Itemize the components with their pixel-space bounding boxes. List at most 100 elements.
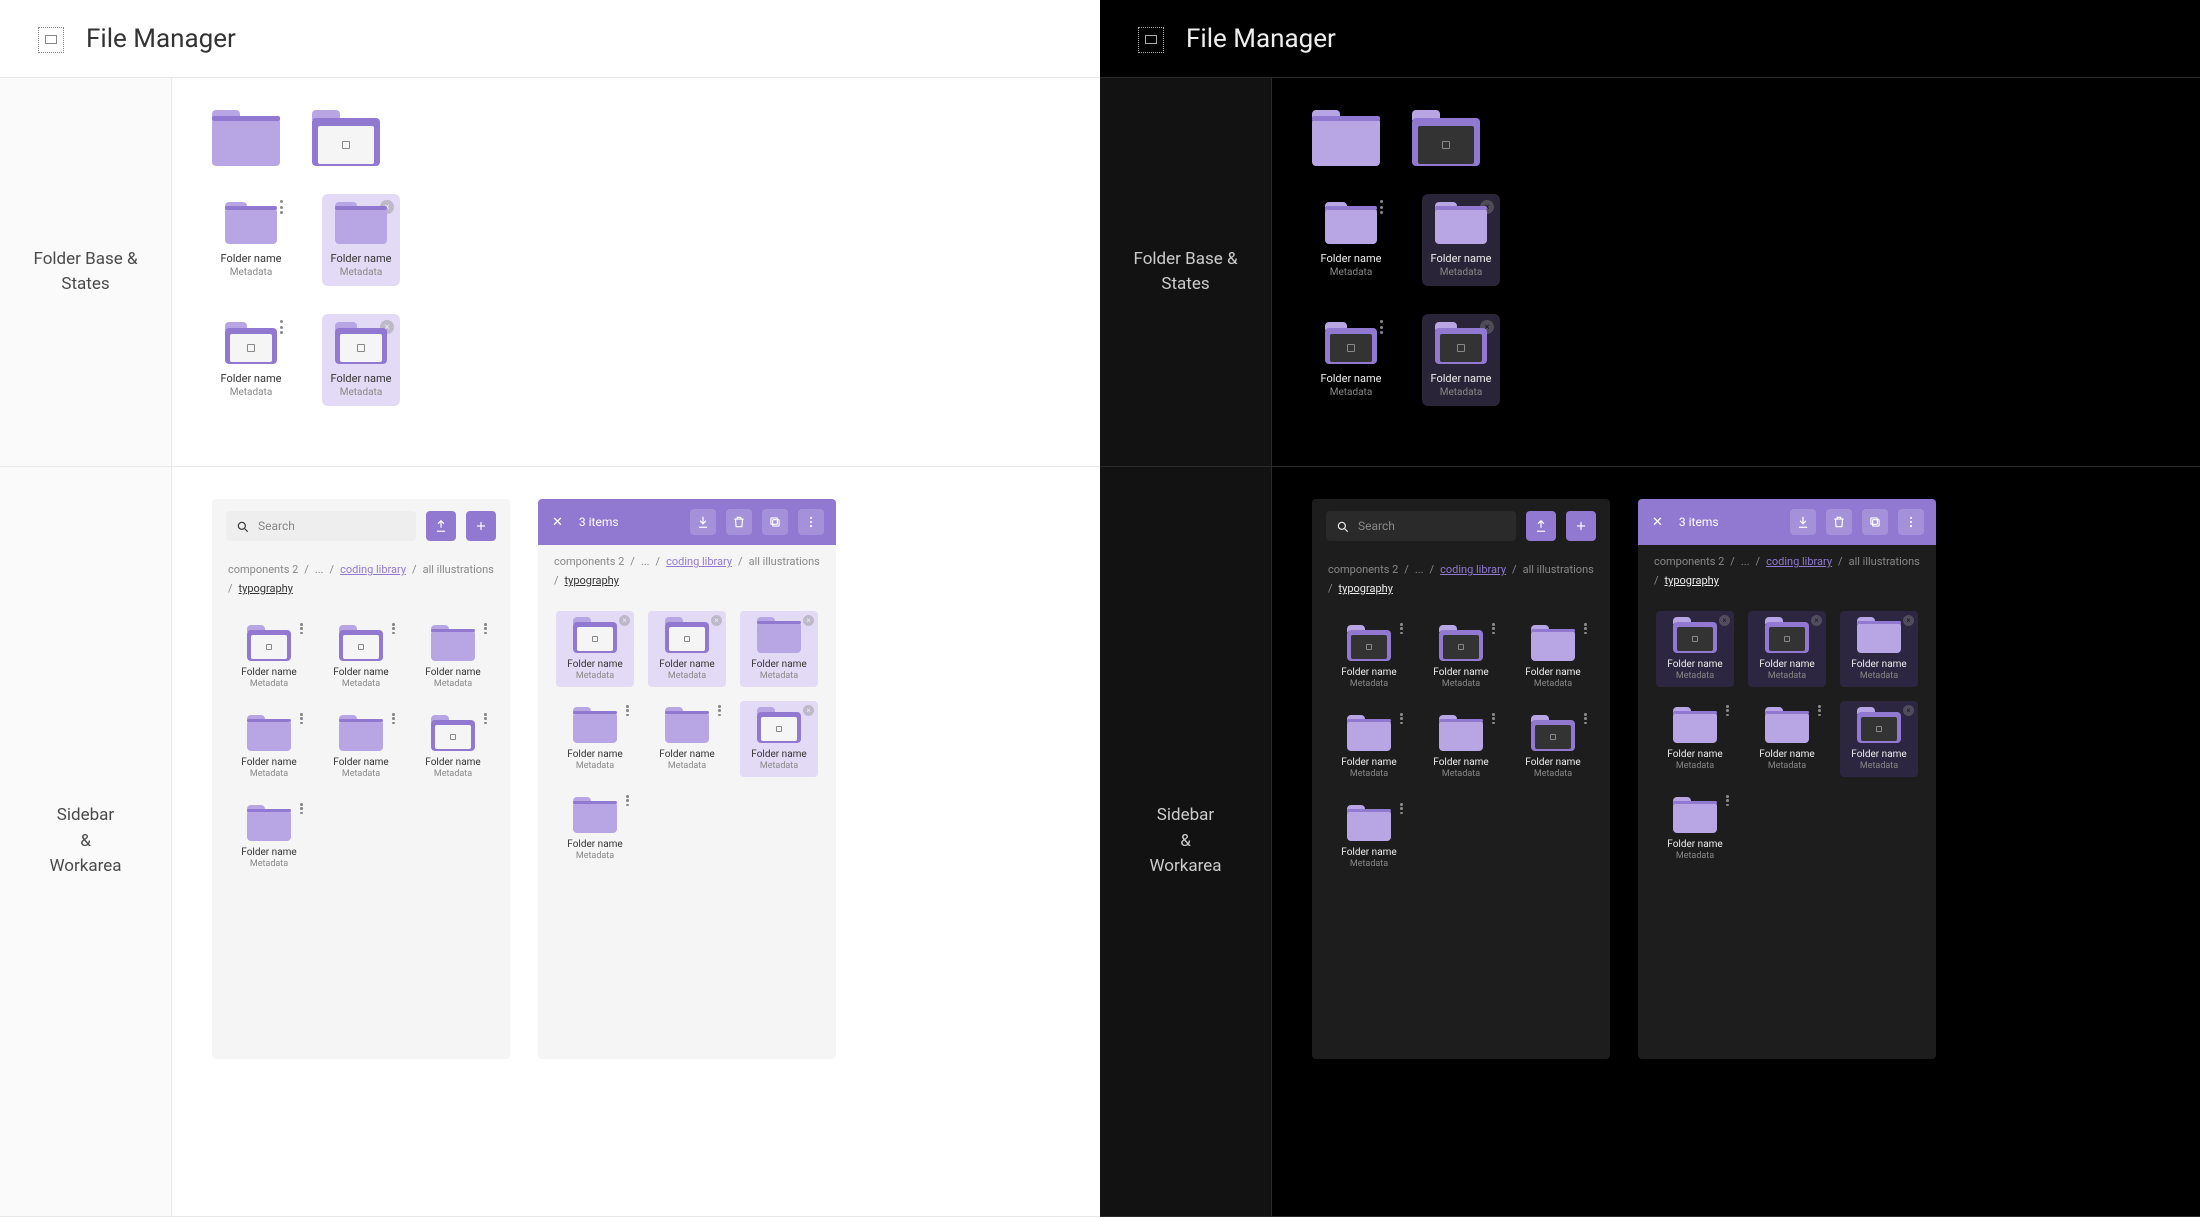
folder-tile-open-selected[interactable]: × Folder name Metadata [322, 314, 400, 406]
deselect-icon[interactable]: × [803, 615, 814, 626]
breadcrumb-item[interactable]: all illustrations [749, 555, 820, 568]
folder-tile[interactable]: ×Folder nameMetadata [1748, 611, 1826, 687]
folder-tile[interactable]: Folder nameMetadata [322, 709, 400, 785]
kebab-menu-icon[interactable] [1818, 705, 1822, 716]
deselect-icon[interactable]: × [1719, 615, 1730, 626]
deselect-icon[interactable]: × [619, 615, 630, 626]
folder-tile[interactable]: Folder nameMetadata [1514, 709, 1592, 785]
breadcrumb-item[interactable]: all illustrations [1523, 563, 1594, 576]
breadcrumb-root[interactable]: components 2 [1654, 555, 1724, 568]
download-button[interactable] [1790, 509, 1816, 535]
deselect-icon[interactable]: × [1811, 615, 1822, 626]
kebab-menu-icon[interactable] [392, 623, 396, 634]
folder-tile-default[interactable]: Folder name Metadata [212, 194, 290, 286]
folder-tile[interactable]: ×Folder nameMetadata [556, 611, 634, 687]
folder-tile[interactable]: ×Folder nameMetadata [648, 611, 726, 687]
folder-tile-selected[interactable]: × Folder name Metadata [1422, 194, 1500, 286]
deselect-icon[interactable]: × [1903, 705, 1914, 716]
breadcrumb-ellipsis[interactable]: ... [315, 563, 324, 576]
kebab-menu-icon[interactable] [280, 200, 284, 214]
breadcrumb-link[interactable]: coding library [666, 555, 732, 568]
delete-button[interactable] [1826, 509, 1852, 535]
clear-selection-icon[interactable]: ✕ [1650, 515, 1665, 530]
upload-button[interactable] [1526, 511, 1556, 541]
deselect-icon[interactable]: × [803, 705, 814, 716]
search-input[interactable]: Search [1326, 511, 1516, 541]
folder-tile[interactable]: Folder nameMetadata [1330, 799, 1408, 875]
folder-tile[interactable]: Folder nameMetadata [1656, 701, 1734, 777]
kebab-menu-icon[interactable] [1726, 795, 1730, 806]
folder-tile-open-default[interactable]: Folder name Metadata [1312, 314, 1390, 406]
breadcrumb-item[interactable]: all illustrations [423, 563, 494, 576]
upload-button[interactable] [426, 511, 456, 541]
folder-tile[interactable]: ×Folder nameMetadata [1840, 701, 1918, 777]
folder-tile-default[interactable]: Folder name Metadata [1312, 194, 1390, 286]
breadcrumb-ellipsis[interactable]: ... [1415, 563, 1424, 576]
folder-tile[interactable]: Folder nameMetadata [556, 701, 634, 777]
folder-tile[interactable]: Folder nameMetadata [322, 619, 400, 695]
add-button[interactable] [1566, 511, 1596, 541]
folder-tile[interactable]: ×Folder nameMetadata [740, 701, 818, 777]
folder-tile[interactable]: Folder nameMetadata [556, 791, 634, 867]
more-button[interactable] [798, 509, 824, 535]
breadcrumb-link[interactable]: coding library [1440, 563, 1506, 576]
folder-tile[interactable]: Folder nameMetadata [230, 619, 308, 695]
folder-tile-open-selected[interactable]: × Folder name Metadata [1422, 314, 1500, 406]
deselect-icon[interactable]: × [1903, 615, 1914, 626]
folder-tile[interactable]: Folder nameMetadata [1330, 619, 1408, 695]
copy-button[interactable] [1862, 509, 1888, 535]
folder-tile[interactable]: ×Folder nameMetadata [1840, 611, 1918, 687]
kebab-menu-icon[interactable] [626, 795, 630, 806]
breadcrumb-item[interactable]: all illustrations [1849, 555, 1920, 568]
kebab-menu-icon[interactable] [626, 705, 630, 716]
delete-button[interactable] [726, 509, 752, 535]
copy-button[interactable] [762, 509, 788, 535]
folder-tile[interactable]: Folder nameMetadata [1330, 709, 1408, 785]
kebab-menu-icon[interactable] [1400, 713, 1404, 724]
folder-tile[interactable]: Folder nameMetadata [1656, 791, 1734, 867]
kebab-menu-icon[interactable] [1380, 320, 1384, 334]
deselect-icon[interactable]: × [711, 615, 722, 626]
folder-tile-open-default[interactable]: Folder name Metadata [212, 314, 290, 406]
kebab-menu-icon[interactable] [484, 713, 488, 724]
folder-tile[interactable]: Folder nameMetadata [230, 709, 308, 785]
more-button[interactable] [1898, 509, 1924, 535]
kebab-menu-icon[interactable] [1492, 623, 1496, 634]
folder-tile[interactable]: ×Folder nameMetadata [740, 611, 818, 687]
breadcrumb-link[interactable]: coding library [1766, 555, 1832, 568]
kebab-menu-icon[interactable] [1400, 623, 1404, 634]
folder-tile[interactable]: Folder nameMetadata [230, 799, 308, 875]
clear-selection-icon[interactable]: ✕ [550, 515, 565, 530]
breadcrumb-root[interactable]: components 2 [554, 555, 624, 568]
breadcrumb-ellipsis[interactable]: ... [1741, 555, 1750, 568]
folder-tile[interactable]: Folder nameMetadata [1514, 619, 1592, 695]
kebab-menu-icon[interactable] [718, 705, 722, 716]
folder-tile-selected[interactable]: × Folder name Metadata [322, 194, 400, 286]
kebab-menu-icon[interactable] [484, 623, 488, 634]
kebab-menu-icon[interactable] [1584, 713, 1588, 724]
kebab-menu-icon[interactable] [300, 623, 304, 634]
folder-tile[interactable]: Folder nameMetadata [1748, 701, 1826, 777]
kebab-menu-icon[interactable] [1584, 623, 1588, 634]
download-button[interactable] [690, 509, 716, 535]
folder-tile[interactable]: Folder nameMetadata [414, 619, 492, 695]
kebab-menu-icon[interactable] [1400, 803, 1404, 814]
kebab-menu-icon[interactable] [392, 713, 396, 724]
search-input[interactable]: Search [226, 511, 416, 541]
kebab-menu-icon[interactable] [300, 803, 304, 814]
breadcrumb-ellipsis[interactable]: ... [641, 555, 650, 568]
kebab-menu-icon[interactable] [1380, 200, 1384, 214]
breadcrumb-link[interactable]: coding library [340, 563, 406, 576]
add-button[interactable] [466, 511, 496, 541]
folder-tile[interactable]: Folder nameMetadata [1422, 619, 1500, 695]
kebab-menu-icon[interactable] [300, 713, 304, 724]
folder-tile[interactable]: Folder nameMetadata [648, 701, 726, 777]
kebab-menu-icon[interactable] [1726, 705, 1730, 716]
kebab-menu-icon[interactable] [1492, 713, 1496, 724]
breadcrumb-root[interactable]: components 2 [1328, 563, 1398, 576]
kebab-menu-icon[interactable] [280, 320, 284, 334]
folder-tile[interactable]: ×Folder nameMetadata [1656, 611, 1734, 687]
folder-tile[interactable]: Folder nameMetadata [1422, 709, 1500, 785]
breadcrumb-root[interactable]: components 2 [228, 563, 298, 576]
folder-tile[interactable]: Folder nameMetadata [414, 709, 492, 785]
